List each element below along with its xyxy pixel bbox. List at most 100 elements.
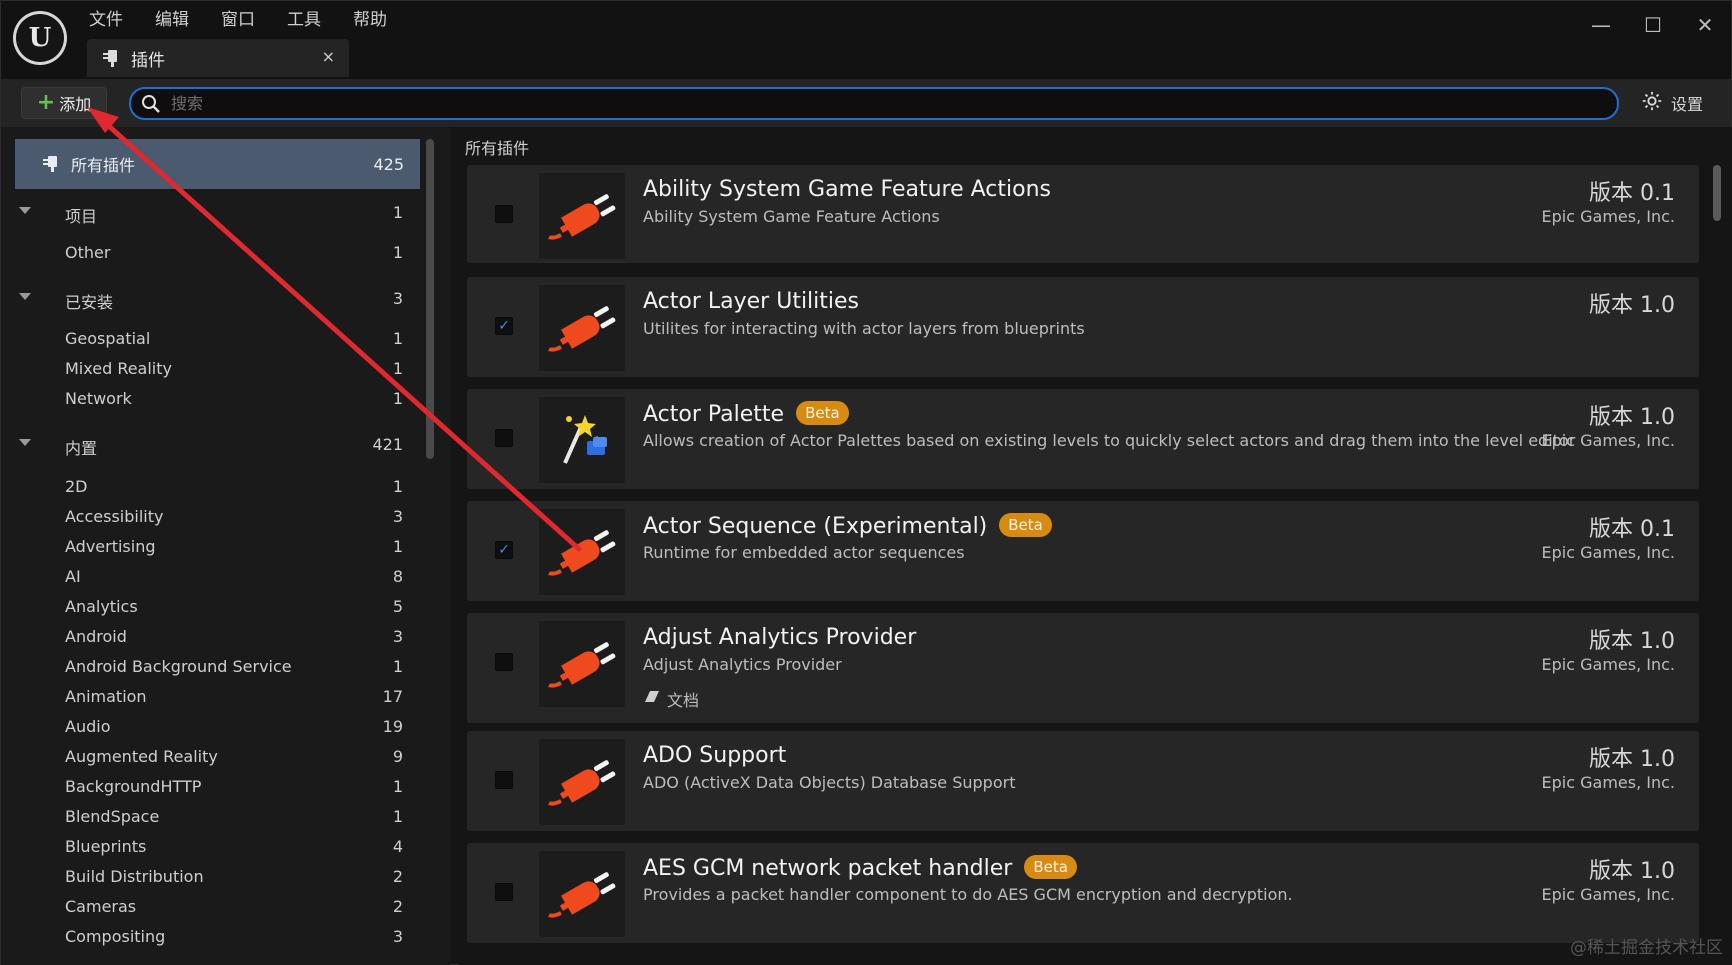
sidebar-item[interactable]: BlendSpace 1 (1, 805, 421, 831)
sidebar-item-count: 1 (392, 477, 403, 496)
plugin-card[interactable]: Actor Palette Beta Allows creation of Acto… (467, 389, 1699, 489)
maximize-button[interactable]: ☐ (1627, 7, 1679, 43)
sidebar-item-label: BackgroundHTTP (65, 777, 202, 796)
sidebar-item-count: 1 (392, 777, 403, 796)
plugin-description: Allows creation of Actor Palettes based … (643, 431, 1576, 450)
plugin-version: 版本 1.0 (1589, 293, 1675, 318)
menu-file[interactable]: 文件 (89, 9, 139, 31)
sidebar-item-count: 1 (392, 329, 403, 348)
category-sidebar: 所有插件 425 项目 1 Other 1 已安装 3 Geospatial 1 Mixed R… (1, 127, 451, 965)
sidebar-item[interactable]: Android Background Service 1 (1, 655, 421, 681)
sidebar-item[interactable]: Network 1 (1, 387, 421, 413)
sidebar-item-count: 9 (392, 747, 403, 766)
chevron-down-icon[interactable] (19, 439, 31, 446)
enable-plugin-checkbox[interactable] (495, 205, 513, 223)
sidebar-item-label: Animation (65, 687, 147, 706)
plug-icon (539, 851, 625, 937)
sidebar-item[interactable]: BackgroundHTTP 1 (1, 775, 421, 801)
plug-icon (539, 285, 625, 371)
gear-icon (1641, 90, 1663, 116)
plugin-description: Runtime for embedded actor sequences (643, 543, 965, 562)
sidebar-item[interactable]: Blueprints 4 (1, 835, 421, 861)
sidebar-group[interactable]: 内置 421 (1, 433, 421, 459)
enable-plugin-checkbox[interactable] (495, 653, 513, 671)
enable-plugin-checkbox[interactable] (495, 771, 513, 789)
plugin-card[interactable]: ADO Support ADO (ActiveX Data Objects) Da… (467, 731, 1699, 831)
menu-help[interactable]: 帮助 (337, 9, 403, 31)
sidebar-item[interactable]: Accessibility 3 (1, 505, 421, 531)
plugin-card[interactable]: Ability System Game Feature Actions Abili… (467, 165, 1699, 263)
plugin-vendor: Epic Games, Inc. (1541, 655, 1675, 674)
plugin-card[interactable]: ✓ Actor Sequence (Experimental) Beta Runtim… (467, 501, 1699, 601)
plugin-name: Actor Layer Utilities (643, 289, 859, 314)
sidebar-item[interactable]: Build Distribution 2 (1, 865, 421, 891)
search-input[interactable] (171, 94, 1571, 113)
sidebar-item-count: 3 (392, 927, 403, 946)
sidebar-item[interactable]: 2D 1 (1, 475, 421, 501)
sidebar-item-label: Audio (65, 717, 111, 736)
plugin-description: Adjust Analytics Provider (643, 655, 842, 674)
enable-plugin-checkbox[interactable]: ✓ (495, 541, 513, 559)
sidebar-item[interactable]: Geospatial 1 (1, 327, 421, 353)
plugin-name: Ability System Game Feature Actions (643, 177, 1051, 202)
sidebar-item[interactable]: Analytics 5 (1, 595, 421, 621)
plugin-description: Provides a packet handler component to d… (643, 885, 1293, 904)
plugin-version: 版本 0.1 (1589, 181, 1675, 206)
sidebar-item[interactable]: Other 1 (1, 241, 421, 267)
settings-button[interactable]: 设置 (1641, 90, 1703, 116)
menu-window[interactable]: 窗口 (205, 9, 271, 31)
plug-icon (39, 155, 61, 173)
plugin-name: Actor Palette Beta (643, 401, 849, 427)
plugin-card[interactable]: AES GCM network packet handler Beta Provid… (467, 843, 1699, 943)
sidebar-item-count: 4 (392, 837, 403, 856)
plugin-vendor: Epic Games, Inc. (1541, 207, 1675, 226)
plugin-vendor: Epic Games, Inc. (1541, 773, 1675, 792)
enable-plugin-checkbox[interactable] (495, 883, 513, 901)
close-tab-icon[interactable]: × (322, 47, 335, 66)
search-field[interactable] (129, 87, 1619, 120)
sidebar-group[interactable]: 已安装 3 (1, 287, 421, 313)
enable-plugin-checkbox[interactable]: ✓ (495, 317, 513, 335)
plugin-name: Actor Sequence (Experimental) Beta (643, 513, 1052, 539)
magic-wand-icon (539, 397, 625, 483)
add-plugin-button[interactable]: + 添加 (21, 87, 107, 119)
minimize-button[interactable]: — (1575, 7, 1627, 43)
plugin-version: 版本 1.0 (1589, 629, 1675, 654)
chevron-down-icon[interactable] (19, 207, 31, 214)
close-window-button[interactable]: ✕ (1679, 7, 1731, 43)
sidebar-item[interactable]: AI 8 (1, 565, 421, 591)
sidebar-item[interactable]: Animation 17 (1, 685, 421, 711)
add-button-label: 添加 (59, 95, 92, 114)
list-scrollbar[interactable] (1713, 165, 1721, 221)
sidebar-item-label: 已安装 (65, 293, 114, 312)
sidebar-item[interactable]: Cameras 2 (1, 895, 421, 921)
plugin-card[interactable]: Adjust Analytics Provider Adjust Analytic… (467, 613, 1699, 723)
sidebar-item[interactable]: Compositing 3 (1, 925, 421, 951)
sidebar-item-label: BlendSpace (65, 807, 160, 826)
sidebar-item-label: Augmented Reality (65, 747, 218, 766)
documentation-link[interactable]: 文档 (643, 687, 699, 711)
sidebar-item[interactable]: Android 3 (1, 625, 421, 651)
sidebar-item[interactable]: Augmented Reality 9 (1, 745, 421, 771)
enable-plugin-checkbox[interactable] (495, 429, 513, 447)
sidebar-item-label: 内置 (65, 439, 98, 458)
sidebar-item[interactable]: Advertising 1 (1, 535, 421, 561)
tab-plugins[interactable]: 插件 × (87, 39, 349, 77)
chevron-down-icon[interactable] (19, 293, 31, 300)
menu-edit[interactable]: 编辑 (139, 9, 205, 31)
sidebar-item-count: 3 (392, 289, 403, 308)
unreal-logo-icon[interactable]: U (13, 11, 67, 65)
sidebar-item[interactable]: Mixed Reality 1 (1, 357, 421, 383)
sidebar-item-label: Advertising (65, 537, 156, 556)
sidebar-group[interactable]: 项目 1 (1, 201, 421, 227)
sidebar-all-count: 425 (373, 154, 404, 174)
sidebar-item-all-plugins[interactable]: 所有插件 425 (15, 139, 420, 189)
sidebar-scrollbar[interactable] (426, 139, 434, 459)
menu-tools[interactable]: 工具 (271, 9, 337, 31)
watermark: @稀土掘金技术社区 (1570, 938, 1723, 958)
plugin-card[interactable]: ✓ Actor Layer Utilities Utilites for inter… (467, 277, 1699, 377)
sidebar-item[interactable]: Audio 19 (1, 715, 421, 741)
plugin-description: Ability System Game Feature Actions (643, 207, 940, 226)
plugin-description: ADO (ActiveX Data Objects) Database Supp… (643, 773, 1016, 792)
beta-badge: Beta (999, 513, 1052, 537)
